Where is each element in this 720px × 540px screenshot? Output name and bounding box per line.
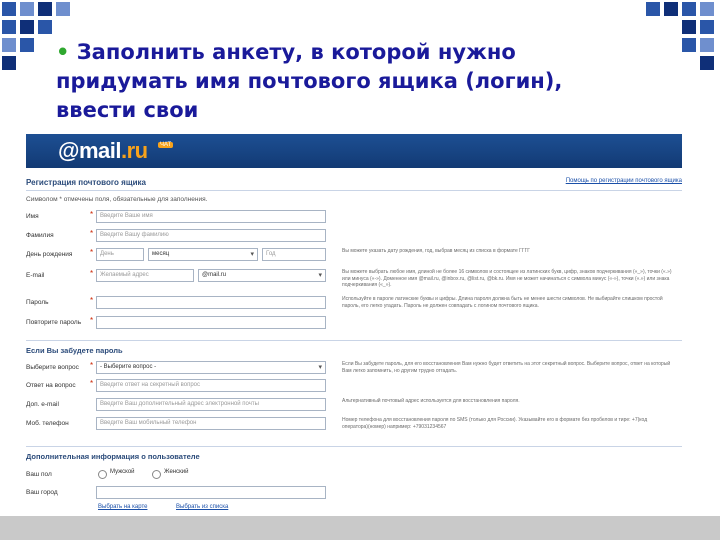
required-mark: *	[90, 379, 94, 388]
birthday-hint: Вы можете указать дату рождения, год, вы…	[342, 248, 531, 254]
divider	[26, 190, 682, 191]
birthday-label: День рождения	[26, 251, 73, 258]
email-hint: Вы можете выбрать любое имя, длиной не б…	[342, 269, 672, 288]
required-mark: *	[90, 361, 94, 370]
row-password-repeat: Повторите пароль *	[26, 316, 682, 332]
required-mark: *	[90, 248, 94, 257]
row-question: Выберите вопрос * - Выберите вопрос - Ес…	[26, 361, 682, 377]
phone-hint: Номер телефона для восстановления пароля…	[342, 417, 648, 430]
email-label: E-mail	[26, 272, 45, 279]
extra-email-label: Доп. e-mail	[26, 401, 59, 408]
row-answer: Ответ на вопрос * Введите ответ на секре…	[26, 379, 682, 395]
question-hint: Если Вы забудете пароль, для его восстан…	[342, 361, 671, 374]
help-link[interactable]: Помощь по регистрации почтового ящика	[566, 178, 682, 184]
password-repeat-label: Повторите пароль	[26, 319, 82, 326]
password-repeat-input[interactable]	[96, 316, 326, 329]
divider	[26, 446, 682, 447]
phone-label: Моб. телефон	[26, 420, 69, 427]
email-input[interactable]: Желаемый адрес	[96, 269, 194, 282]
question-label: Выберите вопрос	[26, 364, 79, 371]
slide-footer-bar	[0, 516, 720, 540]
answer-input[interactable]: Введите ответ на секретный вопрос	[96, 379, 326, 392]
password-hint: Используйте в пароле латинские буквы и ц…	[342, 296, 663, 309]
row-email: E-mail * Желаемый адрес @mail.ru Вы може…	[26, 269, 682, 288]
mail-header: @mail.ru ЧАТ	[26, 134, 682, 168]
section-extra-info: Дополнительная информация о пользователе	[26, 452, 200, 461]
section-forgot-password: Если Вы забудете пароль	[26, 346, 123, 355]
row-extra-email: Доп. e-mail Введите Ваш дополнительный а…	[26, 398, 682, 414]
sex-male-label: Мужской	[110, 469, 135, 475]
logo-badge: ЧАТ	[158, 142, 174, 148]
answer-label: Ответ на вопрос	[26, 382, 76, 389]
surname-label: Фамилия	[26, 232, 54, 239]
city-input[interactable]	[96, 486, 326, 499]
map-link[interactable]: Выбрать на карте	[98, 504, 147, 510]
sex-female-radio[interactable]	[152, 470, 161, 479]
city-label: Ваш город	[26, 489, 58, 496]
slide-bullet: • Заполнить анкету, в которой нужно прид…	[56, 38, 576, 149]
surname-input[interactable]: Введите Вашу фамилию	[96, 229, 326, 242]
bullet-text: Заполнить анкету, в которой нужно придум…	[56, 40, 563, 122]
birthday-year-input[interactable]: Год	[262, 248, 326, 261]
birthday-day-input[interactable]: День	[96, 248, 144, 261]
bullet-dot-icon: •	[56, 40, 70, 64]
required-mark: *	[90, 316, 94, 325]
sex-male-radio[interactable]	[98, 470, 107, 479]
row-phone: Моб. телефон Введите Ваш мобильный телеф…	[26, 417, 682, 433]
row-city: Ваш город	[26, 486, 682, 502]
required-mark: *	[90, 210, 94, 219]
email-domain-select[interactable]: @mail.ru	[198, 269, 326, 282]
extra-email-hint: Альтернативный почтовый адрес использует…	[342, 398, 520, 404]
name-label: Имя	[26, 213, 39, 220]
list-link[interactable]: Выбрать из списка	[176, 504, 228, 510]
sex-label: Ваш пол	[26, 471, 52, 478]
question-select[interactable]: - Выберите вопрос -	[96, 361, 326, 374]
password-input[interactable]	[96, 296, 326, 309]
row-password: Пароль * Используйте в пароле латинские …	[26, 296, 682, 312]
registration-screenshot: @mail.ru ЧАТ Регистрация почтового ящика…	[26, 134, 682, 520]
row-surname: Фамилия * Введите Вашу фамилию	[26, 229, 682, 245]
sex-female-label: Женский	[164, 469, 189, 475]
row-birthday: День рождения * День месяц Год Вы можете…	[26, 248, 682, 264]
mail-logo[interactable]: @mail.ru	[58, 138, 148, 164]
phone-input[interactable]: Введите Ваш мобильный телефон	[96, 417, 326, 430]
required-mark: *	[90, 296, 94, 305]
required-note: Символом * отмечены поля, обязательные д…	[26, 196, 208, 203]
row-name: Имя * Введите Ваше имя	[26, 210, 682, 226]
birthday-month-select[interactable]: месяц	[148, 248, 258, 261]
required-mark: *	[90, 269, 94, 278]
page-title: Регистрация почтового ящика	[26, 178, 146, 187]
row-sex: Ваш пол Мужской Женский	[26, 468, 682, 484]
required-mark: *	[90, 229, 94, 238]
password-label: Пароль	[26, 299, 49, 306]
divider	[26, 340, 682, 341]
name-input[interactable]: Введите Ваше имя	[96, 210, 326, 223]
extra-email-input[interactable]: Введите Ваш дополнительный адрес электро…	[96, 398, 326, 411]
